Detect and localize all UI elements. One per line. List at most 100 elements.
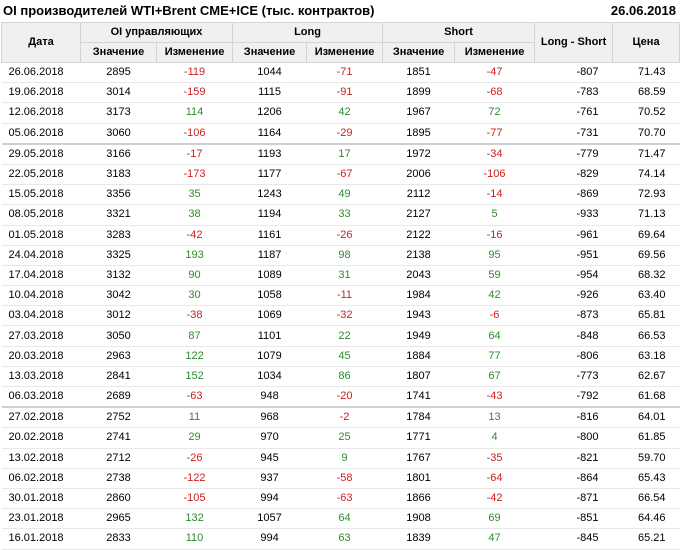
cell-date: 15.05.2018 xyxy=(1,184,81,206)
cell-long-change: -11 xyxy=(306,285,383,307)
cell-oi-value: 2841 xyxy=(80,366,157,388)
cell-short-value: 1972 xyxy=(382,142,455,165)
table-row: 17.04.2018 3132 90 1089 31 2043 59 -954 68.32 xyxy=(1,265,680,287)
cell-long-short: -871 xyxy=(534,488,613,510)
col-price-header[interactable]: Цена xyxy=(612,22,680,63)
cell-long-short: -731 xyxy=(534,123,613,145)
cell-short-value: 1807 xyxy=(382,366,455,388)
cell-date: 27.03.2018 xyxy=(1,325,81,347)
table-row: 12.06.2018 3173 114 1206 42 1967 72 -761 70.52 xyxy=(1,102,680,124)
cell-short-value: 1949 xyxy=(382,325,455,347)
cell-long-value: 1115 xyxy=(232,82,307,104)
cell-long-value: 1034 xyxy=(232,366,307,388)
cell-short-change: 69 xyxy=(454,508,535,530)
col-long-short-header[interactable]: Long - Short xyxy=(534,22,614,63)
cell-short-change: -35 xyxy=(454,448,535,469)
cell-short-change: -14 xyxy=(454,184,535,206)
cell-short-value: 1851 xyxy=(382,62,455,84)
col-short-value-header[interactable]: Значение xyxy=(382,42,456,63)
cell-short-change: 77 xyxy=(454,346,535,367)
table-row: 22.05.2018 3183 -173 1177 -67 2006 -106 -829 74.… xyxy=(1,164,680,186)
cell-long-value: 1161 xyxy=(232,225,307,246)
col-long-change-header[interactable]: Изменение xyxy=(306,42,384,63)
cell-date: 13.03.2018 xyxy=(1,366,81,388)
cell-oi-value: 2689 xyxy=(80,386,157,408)
table-row: 01.05.2018 3283 -42 1161 -26 2122 -16 -961 69.64 xyxy=(1,225,680,246)
table-row: 26.06.2018 2895 -119 1044 -71 1851 -47 -807 71.4… xyxy=(1,62,680,84)
cell-long-value: 970 xyxy=(232,427,307,449)
col-oi-group-header[interactable]: OI управляющих xyxy=(79,22,234,43)
cell-long-value: 1187 xyxy=(232,245,307,266)
table-row: 05.06.2018 3060 -106 1164 -29 1895 -77 -731 70.7… xyxy=(1,123,680,145)
cell-oi-value: 3012 xyxy=(80,305,157,327)
cell-date: 19.06.2018 xyxy=(1,82,81,104)
cell-short-value: 2112 xyxy=(382,184,455,206)
cell-long-change: -2 xyxy=(306,406,383,429)
cell-long-change: -58 xyxy=(306,468,383,489)
cell-long-change: -67 xyxy=(306,164,383,186)
cell-long-value: 1206 xyxy=(232,102,307,124)
page-title: OI производителей WTI+Brent CME+ICE (тыс… xyxy=(3,3,375,18)
cell-oi-value: 2741 xyxy=(80,427,157,449)
cell-oi-value: 2895 xyxy=(80,62,157,84)
table-row: 27.03.2018 3050 87 1101 22 1949 64 -848 66.53 xyxy=(1,325,680,347)
cell-short-change: 64 xyxy=(454,325,535,347)
cell-long-change: 25 xyxy=(306,427,383,449)
cell-price: 65.21 xyxy=(612,528,680,550)
cell-oi-value: 3050 xyxy=(80,325,157,347)
cell-date: 08.05.2018 xyxy=(1,204,81,226)
cell-short-change: 4 xyxy=(454,427,535,449)
cell-short-change: -34 xyxy=(454,142,535,165)
cell-short-change: -106 xyxy=(454,164,535,186)
cell-oi-value: 3321 xyxy=(80,204,157,226)
cell-long-short: -954 xyxy=(534,265,613,287)
cell-oi-change: 90 xyxy=(156,265,233,287)
cell-oi-change: 122 xyxy=(156,346,233,367)
cell-long-short: -933 xyxy=(534,204,613,226)
cell-oi-value: 3014 xyxy=(80,82,157,104)
cell-long-value: 948 xyxy=(232,386,307,408)
col-short-change-header[interactable]: Изменение xyxy=(454,42,536,63)
cell-oi-value: 3325 xyxy=(80,245,157,266)
title-bar: OI производителей WTI+Brent CME+ICE (тыс… xyxy=(0,0,680,22)
cell-price: 63.40 xyxy=(612,285,680,307)
col-oi-value-header[interactable]: Значение xyxy=(80,42,157,63)
cell-long-change: -26 xyxy=(306,225,383,246)
cell-oi-value: 3132 xyxy=(80,265,157,287)
cell-price: 72.93 xyxy=(612,184,680,206)
cell-oi-change: -63 xyxy=(156,386,233,408)
cell-long-value: 945 xyxy=(232,448,307,469)
table-row: 08.05.2018 3321 38 1194 33 2127 5 -933 71.13 xyxy=(1,204,680,226)
cell-short-value: 2122 xyxy=(382,225,455,246)
table-row: 24.04.2018 3325 193 1187 98 2138 95 -951 69.56 xyxy=(1,245,680,266)
cell-short-value: 1984 xyxy=(382,285,455,307)
cell-date: 20.02.2018 xyxy=(1,427,81,449)
col-long-value-header[interactable]: Значение xyxy=(232,42,308,63)
col-oi-change-header[interactable]: Изменение xyxy=(155,42,234,63)
table-row: 20.02.2018 2741 29 970 25 1771 4 -800 61.85 xyxy=(1,427,680,449)
cell-short-change: -68 xyxy=(454,82,535,104)
cell-short-value: 1943 xyxy=(382,305,455,327)
cell-oi-value: 3060 xyxy=(80,123,157,145)
cell-oi-change: 11 xyxy=(156,406,233,429)
cell-oi-value: 2860 xyxy=(80,488,157,510)
cell-long-value: 1164 xyxy=(232,123,307,145)
table-row: 06.03.2018 2689 -63 948 -20 1741 -43 -792 61.68 xyxy=(1,386,680,408)
table-body: 26.06.2018 2895 -119 1044 -71 1851 -47 -807 71.4… xyxy=(1,62,680,550)
cell-short-change: -42 xyxy=(454,488,535,510)
cell-price: 71.47 xyxy=(612,142,680,165)
cell-long-value: 937 xyxy=(232,468,307,489)
cell-date: 10.04.2018 xyxy=(1,285,81,307)
cell-long-short: -961 xyxy=(534,225,613,246)
table-row: 10.04.2018 3042 30 1058 -11 1984 42 -926 63.40 xyxy=(1,285,680,307)
col-long-group-header[interactable]: Long xyxy=(232,22,384,43)
cell-date: 27.02.2018 xyxy=(1,406,81,429)
col-short-group-header[interactable]: Short xyxy=(382,22,536,43)
col-date-header[interactable]: Дата xyxy=(1,22,81,63)
cell-price: 63.18 xyxy=(612,346,680,367)
cell-oi-change: -42 xyxy=(156,225,233,246)
cell-long-change: -29 xyxy=(306,123,383,145)
cell-date: 06.03.2018 xyxy=(1,386,81,408)
cell-oi-value: 3166 xyxy=(80,142,157,165)
cell-long-value: 1243 xyxy=(232,184,307,206)
